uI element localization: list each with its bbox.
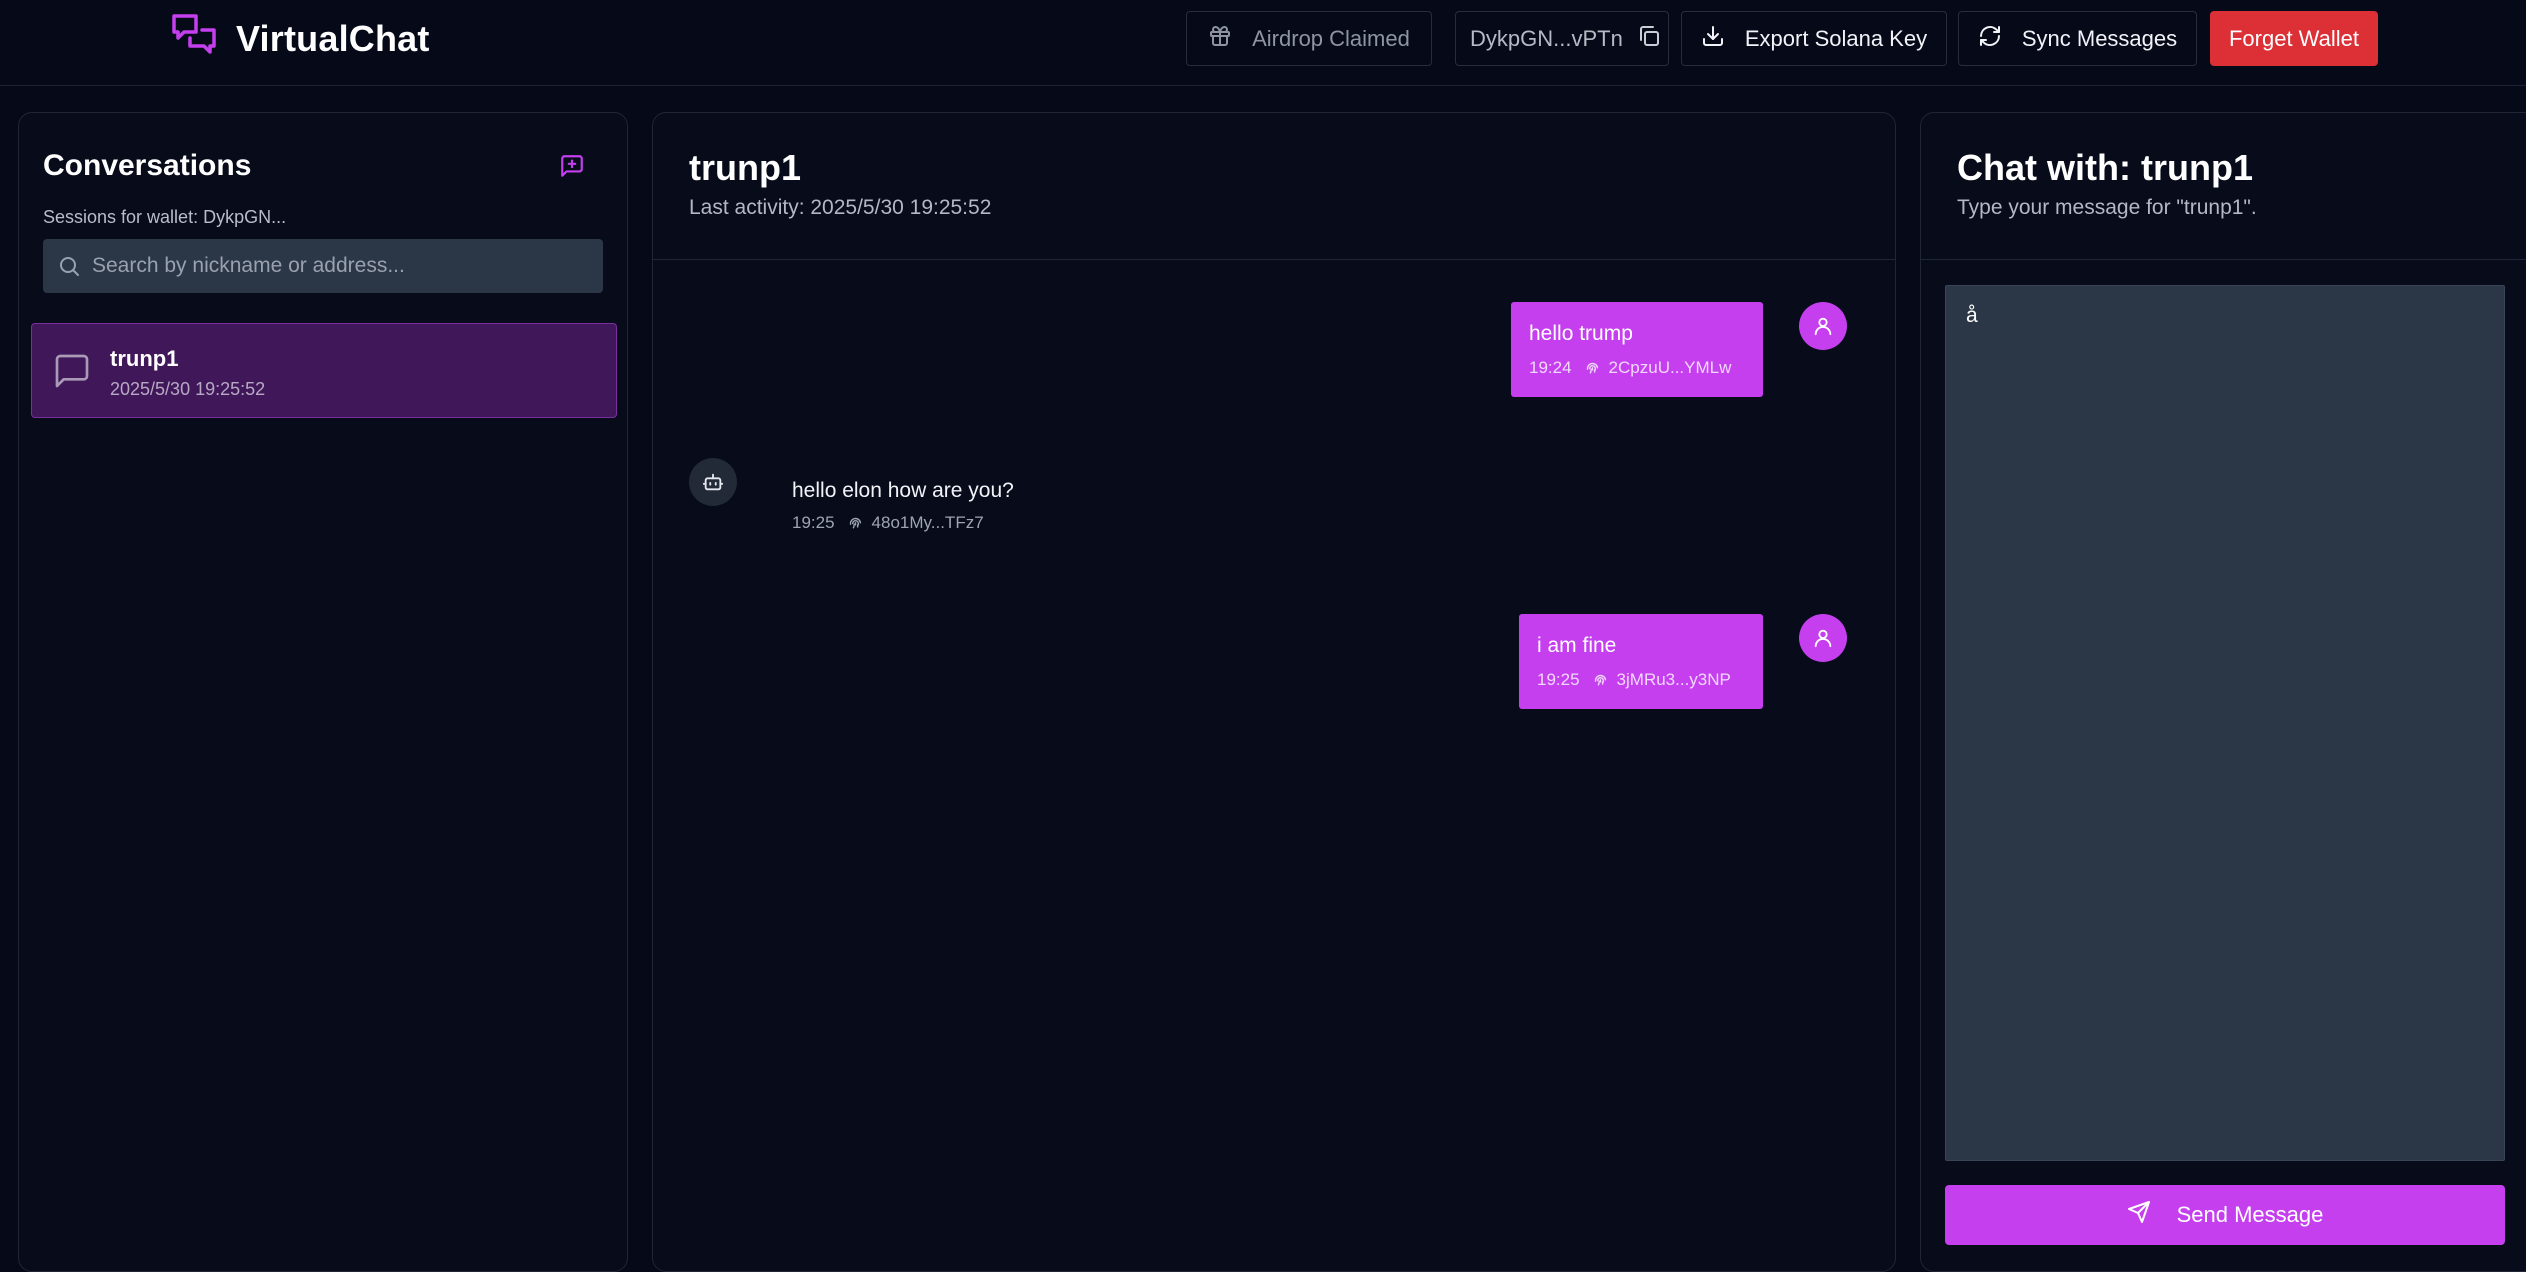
user-avatar xyxy=(1799,302,1847,350)
chat-panel: trunp1 Last activity: 2025/5/30 19:25:52… xyxy=(652,112,1896,1272)
export-label: Export Solana Key xyxy=(1744,25,1928,51)
send-label: Send Message xyxy=(2176,1202,2324,1227)
message-bubble-outgoing: i am fine 19:25 3jMRu3...y3NP xyxy=(1519,614,1763,709)
search-box xyxy=(43,239,603,293)
fingerprint-icon xyxy=(849,517,861,528)
wallet-address-button[interactable]: DykpGN...vPTn xyxy=(1455,11,1669,66)
fingerprint-icon xyxy=(1594,674,1606,685)
message-text: i am fine xyxy=(1537,634,1617,657)
fingerprint-icon xyxy=(1586,362,1598,373)
composer-title: Chat with: trunp1 xyxy=(1957,147,2253,188)
top-bar: VirtualChat Airdrop Claimed DykpGN...vPT… xyxy=(0,0,2526,86)
chat-bubbles-icon xyxy=(170,12,220,67)
chat-header: trunp1 Last activity: 2025/5/30 19:25:52 xyxy=(653,113,1895,260)
message-incoming: hello elon how are you? 19:25 48o1My...T… xyxy=(792,479,1014,533)
app-name: VirtualChat xyxy=(236,18,430,59)
forget-wallet-button[interactable]: Forget Wallet xyxy=(2210,11,2378,66)
message-time: 19:25 xyxy=(792,513,835,532)
message-text: hello trump xyxy=(1529,322,1633,345)
message-square-icon xyxy=(52,351,92,391)
composer-panel: Chat with: trunp1 Type your message for … xyxy=(1920,112,2526,1272)
message-time: 19:24 xyxy=(1529,358,1572,377)
send-message-button[interactable]: Send Message xyxy=(1945,1185,2505,1245)
user-icon xyxy=(1814,629,1832,648)
search-input[interactable] xyxy=(43,239,603,293)
message-text: hello elon how are you? xyxy=(792,479,1014,502)
message-input[interactable]: å xyxy=(1945,285,2505,1161)
sessions-label: Sessions for wallet: DykpGN... xyxy=(43,207,287,227)
sync-label: Sync Messages xyxy=(2021,25,2178,51)
airdrop-label: Airdrop Claimed xyxy=(1252,25,1410,51)
export-solana-key-button[interactable]: Export Solana Key xyxy=(1681,11,1947,66)
message-meta: 19:25 48o1My...TFz7 xyxy=(792,513,1014,533)
gift-icon xyxy=(1208,24,1232,54)
conversation-name: trunp1 xyxy=(110,346,179,371)
message-signature[interactable]: 3jMRu3...y3NP xyxy=(1592,670,1731,690)
send-icon xyxy=(2127,1200,2151,1230)
copy-icon[interactable] xyxy=(1637,24,1661,54)
last-activity: Last activity: 2025/5/30 19:25:52 xyxy=(689,196,992,219)
message-meta: 19:25 3jMRu3...y3NP xyxy=(1537,670,1731,690)
user-avatar xyxy=(1799,614,1847,662)
conversations-title: Conversations xyxy=(43,149,252,182)
refresh-icon xyxy=(1978,24,2002,54)
new-conversation-icon[interactable] xyxy=(559,153,585,179)
sync-messages-button[interactable]: Sync Messages xyxy=(1958,11,2197,66)
airdrop-claimed-button[interactable]: Airdrop Claimed xyxy=(1186,11,1432,66)
chat-title: trunp1 xyxy=(689,147,801,188)
brand[interactable]: VirtualChat xyxy=(170,12,430,67)
message-signature[interactable]: 48o1My...TFz7 xyxy=(847,513,984,533)
forget-label: Forget Wallet xyxy=(2228,25,2359,51)
download-icon xyxy=(1701,24,1725,54)
message-meta: 19:24 2CpzuU...YMLw xyxy=(1529,358,1731,378)
signature-text: 48o1My...TFz7 xyxy=(871,513,984,532)
message-bubble-outgoing: hello trump 19:24 2CpzuU...YMLw xyxy=(1511,302,1763,397)
user-icon xyxy=(1814,317,1832,336)
composer-subtitle: Type your message for "trunp1". xyxy=(1957,196,2257,219)
wallet-address: DykpGN...vPTn xyxy=(1470,25,1623,51)
signature-text: 3jMRu3...y3NP xyxy=(1616,670,1731,689)
message-signature[interactable]: 2CpzuU...YMLw xyxy=(1584,358,1732,378)
message-time: 19:25 xyxy=(1537,670,1580,689)
conversation-item[interactable]: trunp1 2025/5/30 19:25:52 xyxy=(31,323,617,418)
bot-icon xyxy=(702,473,724,491)
composer-header: Chat with: trunp1 Type your message for … xyxy=(1921,113,2526,260)
conversations-panel: Conversations Sessions for wallet: DykpG… xyxy=(18,112,628,1272)
conversation-time: 2025/5/30 19:25:52 xyxy=(110,379,266,399)
bot-avatar xyxy=(689,458,737,506)
signature-text: 2CpzuU...YMLw xyxy=(1608,358,1732,377)
search-icon xyxy=(60,257,79,276)
